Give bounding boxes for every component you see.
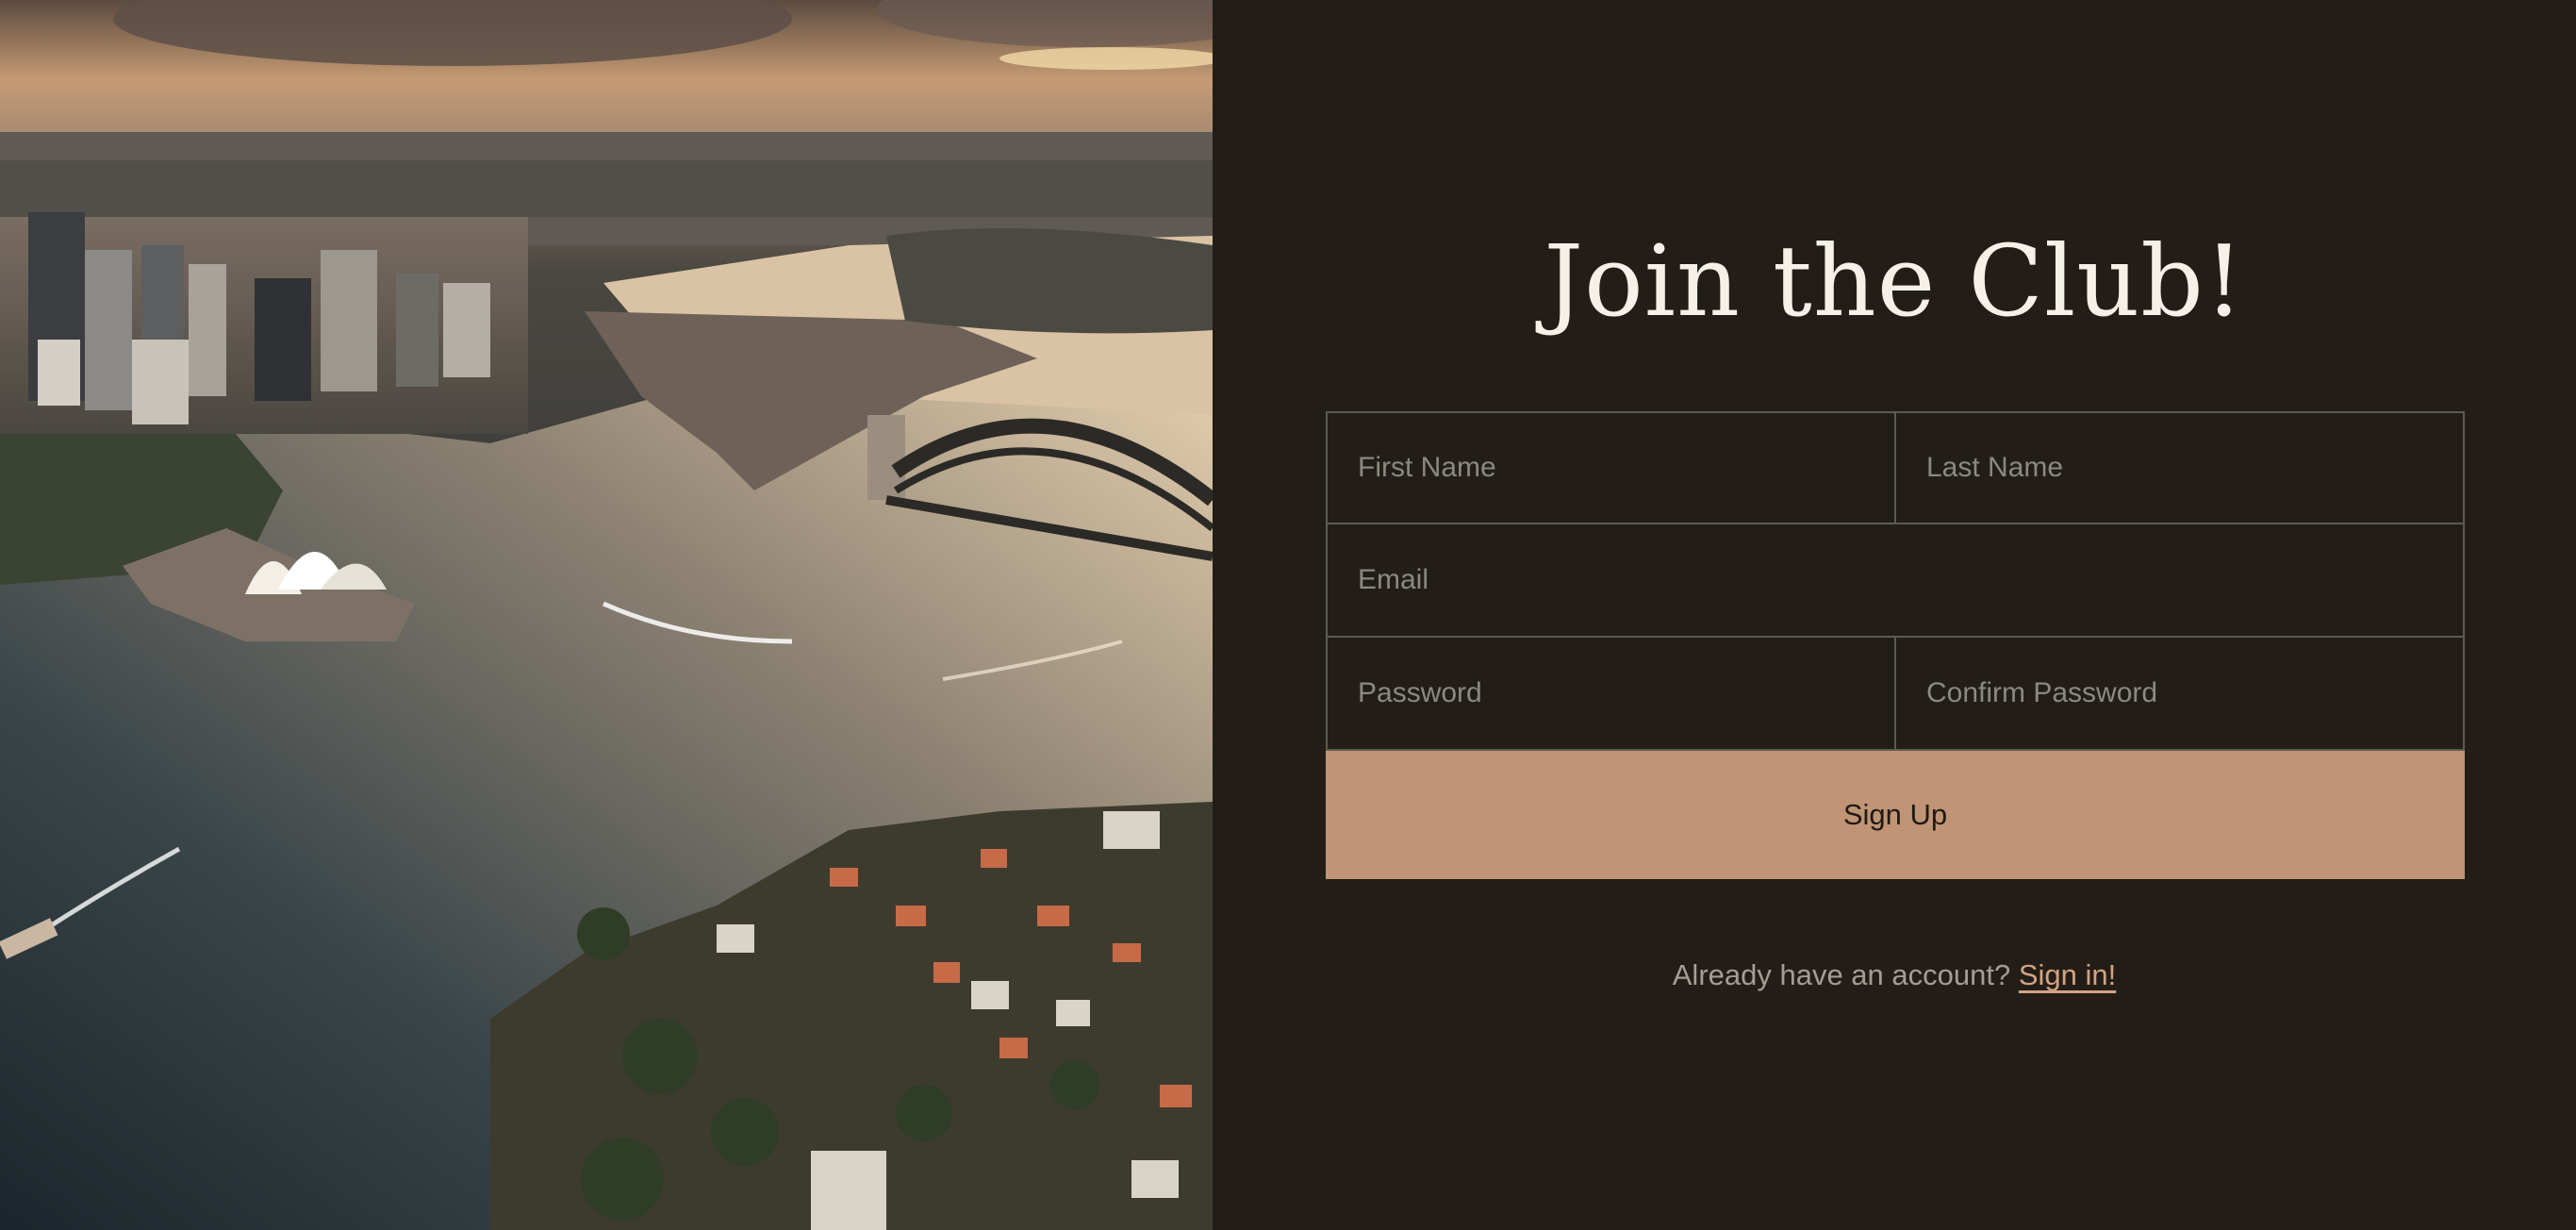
signin-prompt: Already have an account? Sign in!	[1213, 958, 2576, 992]
signin-prompt-text: Already have an account?	[1672, 958, 2011, 991]
harbour-illustration	[0, 0, 1213, 1230]
hero-harbour-image	[0, 0, 1213, 1230]
password-input[interactable]	[1326, 638, 1896, 751]
signup-panel: Join the Club! Sign Up Already have an a…	[1213, 0, 2576, 1230]
page-title: Join the Club!	[1544, 224, 2245, 339]
password-row	[1326, 638, 2465, 751]
sign-up-button[interactable]: Sign Up	[1326, 751, 2465, 879]
last-name-input[interactable]	[1896, 411, 2465, 524]
confirm-password-input[interactable]	[1896, 638, 2465, 751]
signup-form: Sign Up	[1326, 411, 2465, 879]
sign-in-link[interactable]: Sign in!	[2019, 958, 2116, 991]
email-row	[1326, 524, 2465, 638]
signup-page: Join the Club! Sign Up Already have an a…	[0, 0, 2576, 1230]
first-name-input[interactable]	[1326, 411, 1896, 524]
name-row	[1326, 411, 2465, 524]
email-input[interactable]	[1326, 524, 2465, 638]
